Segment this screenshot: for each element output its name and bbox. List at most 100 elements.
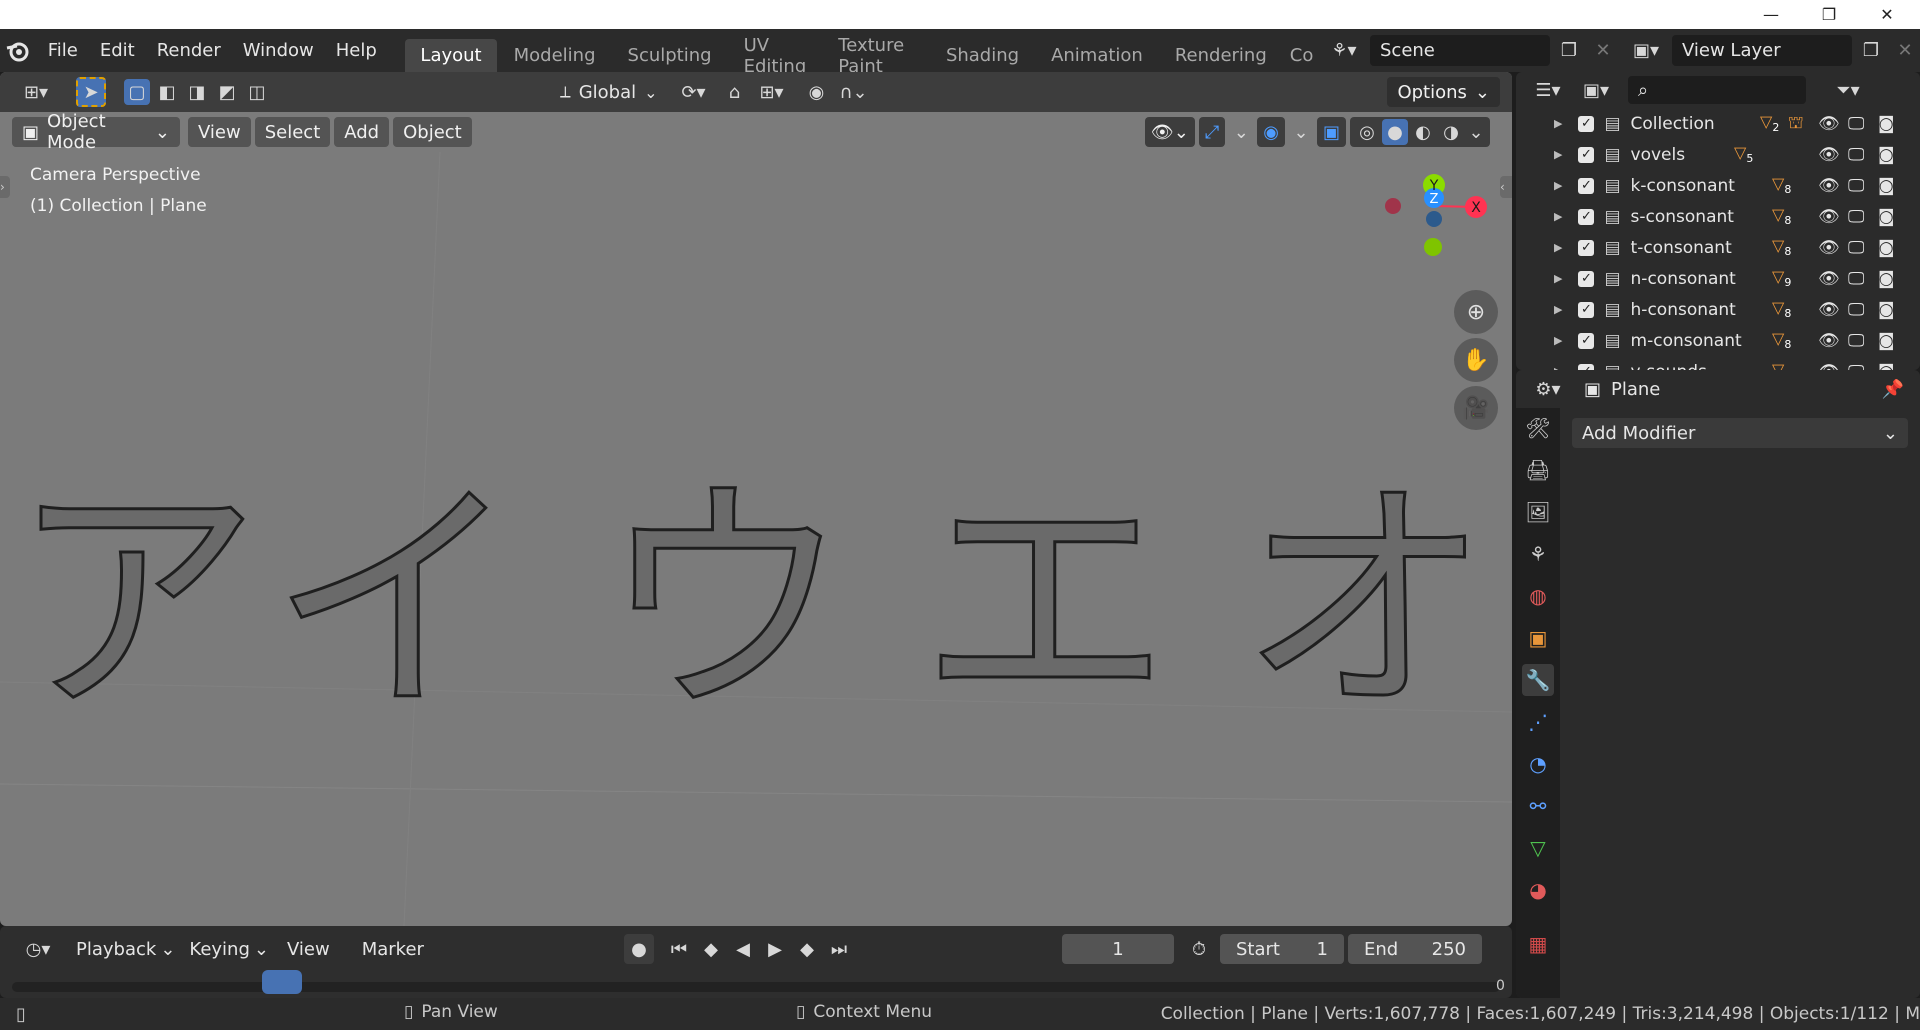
render-camera-icon[interactable]: ◙ bbox=[1878, 238, 1895, 258]
select-invert-icon[interactable]: ◩ bbox=[214, 79, 240, 105]
overlay-toggle-icon[interactable]: ◉ bbox=[1257, 117, 1285, 147]
eye-icon[interactable]: 👁 bbox=[1818, 207, 1840, 227]
wireframe-shading-icon[interactable]: ◎ bbox=[1354, 119, 1380, 145]
mesh-katakana-e[interactable]: エ bbox=[919, 452, 1172, 752]
render-camera-icon[interactable]: ◙ bbox=[1878, 269, 1895, 289]
expand-arrow-icon[interactable]: ▶ bbox=[1554, 210, 1562, 223]
texture-tab-icon[interactable]: ▦ bbox=[1522, 928, 1554, 960]
proportional-falloff-icon[interactable]: ∩⌄ bbox=[832, 77, 876, 107]
prev-keyframe-icon[interactable]: ◆ bbox=[698, 934, 724, 964]
pin-icon[interactable]: 📌 bbox=[1882, 379, 1904, 400]
add-modifier-dropdown[interactable]: Add Modifier ⌄ bbox=[1572, 418, 1908, 448]
proportional-edit-icon[interactable]: ◉ bbox=[802, 77, 832, 107]
monitor-icon[interactable]: 🖵 bbox=[1848, 114, 1864, 134]
particles-tab-icon[interactable]: ⋰ bbox=[1522, 706, 1554, 738]
play-icon[interactable]: ▶ bbox=[762, 934, 788, 964]
monitor-icon[interactable]: 🖵 bbox=[1848, 207, 1864, 227]
select-intersect-icon[interactable]: ◫ bbox=[244, 79, 270, 105]
modifier-tab-icon[interactable]: 🔧 bbox=[1522, 664, 1554, 696]
select-subtract-icon[interactable]: ◨ bbox=[184, 79, 210, 105]
data-tab-icon[interactable]: ▽ bbox=[1522, 832, 1554, 864]
tab-layout[interactable]: Layout bbox=[405, 39, 497, 72]
render-camera-icon[interactable]: ◙ bbox=[1878, 176, 1895, 196]
expand-arrow-icon[interactable]: ▶ bbox=[1554, 272, 1562, 285]
solid-shading-icon[interactable]: ● bbox=[1382, 119, 1408, 145]
menu-view[interactable]: View bbox=[188, 117, 251, 147]
current-frame-field[interactable]: 1 bbox=[1062, 934, 1174, 964]
menu-edit[interactable]: Edit bbox=[89, 29, 146, 72]
editor-type-icon[interactable]: ⚙▾ bbox=[1526, 374, 1570, 404]
monitor-icon[interactable]: 🖵 bbox=[1848, 331, 1864, 351]
render-camera-icon[interactable]: ◙ bbox=[1878, 331, 1895, 351]
close-icon[interactable]: ✕ bbox=[1858, 0, 1916, 29]
render-camera-icon[interactable]: ◙ bbox=[1878, 145, 1895, 165]
render-camera-icon[interactable]: ◙ bbox=[1878, 207, 1895, 227]
tab-compositing[interactable]: Co bbox=[1284, 39, 1314, 72]
select-extend-icon[interactable]: ◧ bbox=[154, 79, 180, 105]
record-icon[interactable]: ● bbox=[624, 934, 654, 964]
outliner-row[interactable]: ▶ ✓ ▤ h-consonant ▽8 👁 🖵 ◙ bbox=[1516, 294, 1920, 325]
tab-shading[interactable]: Shading bbox=[931, 39, 1034, 72]
outliner-row[interactable]: ▶ ✓ ▤ m-consonant ▽8 👁 🖵 ◙ bbox=[1516, 325, 1920, 356]
editor-type-icon[interactable]: ◷▾ bbox=[16, 934, 60, 964]
checkbox-icon[interactable]: ✓ bbox=[1578, 332, 1595, 349]
menu-render[interactable]: Render bbox=[146, 29, 232, 72]
stopwatch-icon[interactable]: ⏱ bbox=[1184, 934, 1214, 964]
menu-object[interactable]: Object bbox=[393, 117, 472, 147]
menu-select[interactable]: Select bbox=[254, 117, 331, 147]
snap-settings-icon[interactable]: ⊞▾ bbox=[750, 77, 794, 107]
visibility-icon[interactable]: 👁⌄ bbox=[1144, 117, 1195, 147]
eye-icon[interactable]: 👁 bbox=[1818, 362, 1840, 371]
monitor-icon[interactable]: 🖵 bbox=[1848, 269, 1864, 289]
checkbox-icon[interactable]: ✓ bbox=[1578, 208, 1595, 225]
select-new-icon[interactable]: ▢ bbox=[124, 79, 150, 105]
jump-end-icon[interactable]: ⏭ bbox=[826, 934, 852, 964]
restore-icon[interactable]: ❐ bbox=[1800, 0, 1858, 29]
scene-icon[interactable]: ⚘▾ bbox=[1322, 36, 1366, 66]
checkbox-icon[interactable]: ✓ bbox=[1578, 177, 1595, 194]
object-tab-icon[interactable]: ▣ bbox=[1522, 622, 1554, 654]
menu-window[interactable]: Window bbox=[232, 29, 325, 72]
monitor-icon[interactable]: 🖵 bbox=[1848, 300, 1864, 320]
playhead-frame-indicator[interactable] bbox=[262, 970, 302, 994]
tab-sculpting[interactable]: Sculpting bbox=[613, 39, 727, 72]
outliner-search-input[interactable]: ⌕ bbox=[1628, 76, 1806, 104]
tab-rendering[interactable]: Rendering bbox=[1160, 39, 1282, 72]
mesh-katakana-a[interactable]: ア bbox=[9, 452, 262, 752]
monitor-icon[interactable]: 🖵 bbox=[1848, 176, 1864, 196]
editor-type-icon[interactable]: ☰▾ bbox=[1526, 75, 1570, 105]
select-tool-icon[interactable]: ➤ bbox=[76, 77, 106, 107]
new-scene-icon[interactable]: ❐ bbox=[1554, 36, 1584, 66]
tool-tab-icon[interactable]: 🛠 bbox=[1522, 412, 1554, 444]
expand-arrow-icon[interactable]: ▶ bbox=[1554, 117, 1562, 130]
mesh-katakana-o[interactable]: オ bbox=[1239, 452, 1492, 752]
menu-playback[interactable]: Playback ⌄ bbox=[76, 939, 175, 960]
gizmo-toggle-icon[interactable]: ⤢ bbox=[1198, 117, 1226, 147]
expand-arrow-icon[interactable]: ▶ bbox=[1554, 334, 1562, 347]
minimize-icon[interactable]: — bbox=[1742, 0, 1800, 29]
tab-animation[interactable]: Animation bbox=[1036, 39, 1158, 72]
view-layer-tab-icon[interactable]: 🖼 bbox=[1522, 496, 1554, 528]
view-layer-name-field[interactable]: View Layer bbox=[1672, 35, 1852, 66]
constraints-tab-icon[interactable]: ⚯ bbox=[1522, 790, 1554, 822]
eye-icon[interactable]: 👁 bbox=[1818, 114, 1840, 134]
options-dropdown[interactable]: Options ⌄ bbox=[1387, 77, 1500, 107]
tab-uv-editing[interactable]: UV Editing bbox=[729, 35, 822, 77]
outliner-row[interactable]: ▶✓▤y-sounds▽👁🖵◙ bbox=[1516, 356, 1920, 370]
delete-scene-icon[interactable]: ✕ bbox=[1588, 36, 1618, 66]
blender-logo-icon[interactable] bbox=[0, 29, 37, 72]
snap-toggle-icon[interactable]: ⌂ bbox=[720, 77, 750, 107]
checkbox-icon[interactable]: ✓ bbox=[1578, 115, 1595, 132]
checkbox-icon[interactable]: ✓ bbox=[1578, 239, 1595, 256]
physics-tab-icon[interactable]: ◔ bbox=[1522, 748, 1554, 780]
mesh-katakana-u[interactable]: ウ bbox=[599, 452, 852, 752]
menu-help[interactable]: Help bbox=[325, 29, 388, 72]
mesh-katakana-i[interactable]: イ bbox=[269, 452, 522, 752]
jump-start-icon[interactable]: ⏮ bbox=[666, 934, 692, 964]
start-frame-field[interactable]: Start 1 bbox=[1220, 934, 1344, 964]
editor-type-icon[interactable]: ⊞▾ bbox=[14, 77, 58, 107]
monitor-icon[interactable]: 🖵 bbox=[1848, 238, 1864, 258]
eye-icon[interactable]: 👁 bbox=[1818, 331, 1840, 351]
checkbox-icon[interactable]: ✓ bbox=[1578, 146, 1595, 163]
timeline-scrollbar[interactable] bbox=[12, 982, 1500, 992]
